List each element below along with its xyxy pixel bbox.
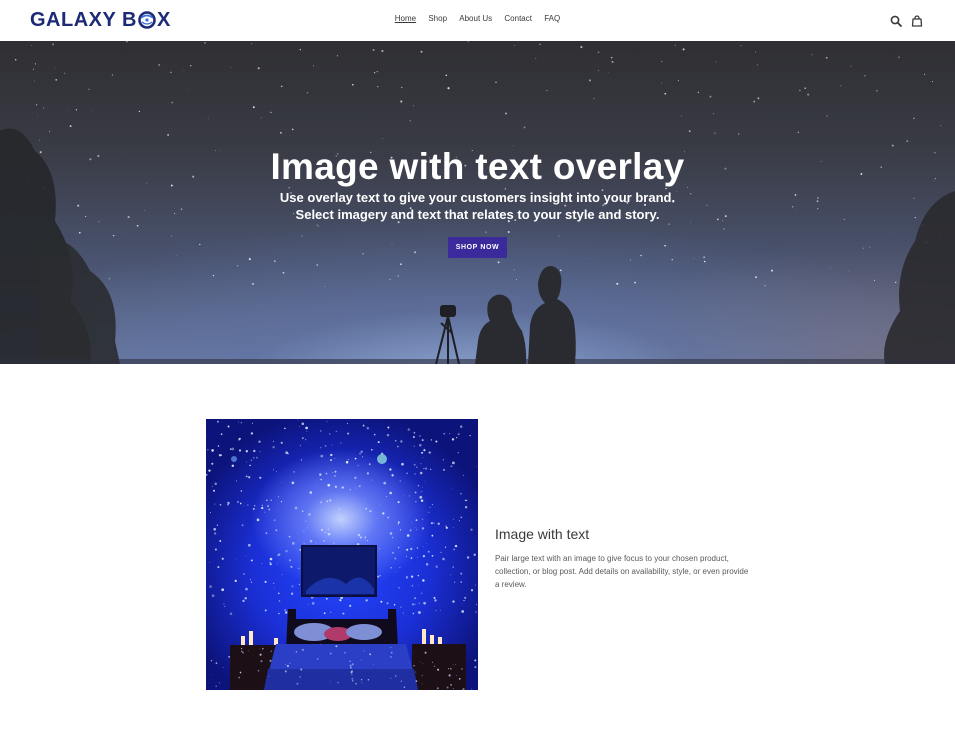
shop-now-button[interactable]: SHOP NOW — [448, 237, 507, 258]
galaxy-projector-bedroom-image — [206, 419, 478, 690]
feature-title: Image with text — [495, 526, 590, 542]
site-header: GALAXY B X Home Shop About Us Contact FA… — [0, 0, 955, 41]
cart-icon[interactable] — [911, 14, 923, 27]
hero-banner: Image with text overlay Use overlay text… — [0, 41, 955, 364]
bedroom-illustration — [206, 419, 477, 690]
nav-home[interactable]: Home — [395, 14, 416, 24]
header-actions — [890, 14, 923, 27]
hero-title: Image with text overlay — [270, 146, 685, 187]
nav-faq[interactable]: FAQ — [544, 14, 560, 24]
nav-about-us[interactable]: About Us — [459, 14, 492, 24]
nav-shop[interactable]: Shop — [428, 14, 447, 24]
main-nav: Home Shop About Us Contact FAQ — [0, 14, 955, 24]
feature-description: Pair large text with an image to give fo… — [495, 554, 749, 589]
hero-subtitle: Use overlay text to give your customers … — [279, 190, 676, 222]
search-icon[interactable] — [890, 14, 902, 27]
nav-contact[interactable]: Contact — [504, 14, 532, 24]
